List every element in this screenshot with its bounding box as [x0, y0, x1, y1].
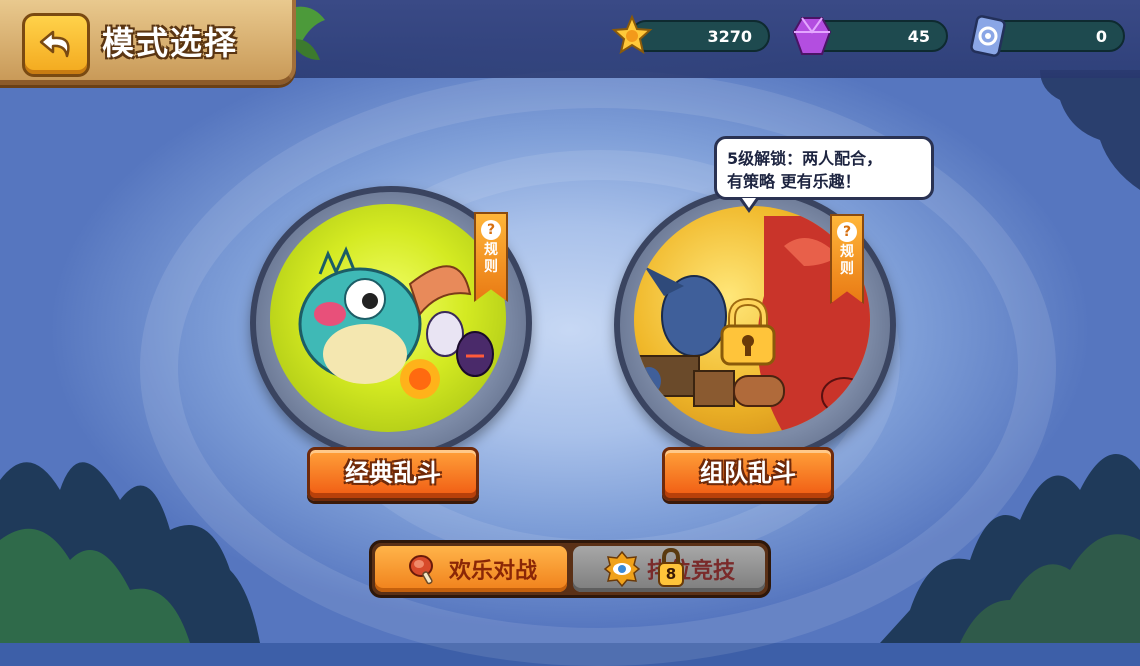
- rules-label: 规则: [484, 242, 498, 275]
- lock-level: 8: [665, 565, 677, 583]
- purple-gem-icon: [792, 17, 832, 55]
- lock-icon: [720, 298, 776, 366]
- dragon-illustration: [298, 246, 494, 399]
- foliage-top-right: [1040, 70, 1140, 190]
- swirl-card-icon: [970, 15, 1006, 57]
- rules-label: 规则: [840, 244, 854, 277]
- tooltip-line-2: 有策略 更有乐趣！: [727, 172, 861, 191]
- unlock-tooltip: 5级解锁：两人配合， 有策略 更有乐趣！: [714, 136, 934, 213]
- back-arrow-icon: [39, 30, 70, 58]
- gems-value: 45: [907, 26, 930, 46]
- cards-value: 0: [1095, 26, 1107, 46]
- question-icon: ?: [481, 220, 501, 240]
- meat-icon: [408, 555, 433, 585]
- coins-value: 3270: [707, 26, 752, 46]
- classic-mode-art[interactable]: [270, 204, 506, 432]
- tab-casual-label: 欢乐对战: [448, 559, 537, 584]
- foliage-left: [0, 462, 260, 643]
- question-icon: ?: [837, 222, 857, 242]
- back-button[interactable]: [22, 13, 90, 77]
- eye-badge-icon: [603, 550, 641, 588]
- star-coin-icon: [611, 14, 653, 55]
- page-title: 模式选择: [102, 24, 239, 62]
- tab-casual-battle[interactable]: 欢乐对战: [375, 546, 567, 592]
- classic-rules-ribbon[interactable]: ? 规则: [474, 212, 508, 302]
- tooltip-line-1: 5级解锁：两人配合，: [727, 149, 883, 168]
- classic-mode-button[interactable]: 经典乱斗: [307, 447, 479, 501]
- mode-tab-bar: 欢乐对战 排位竞技: [369, 540, 771, 598]
- foliage-right: [880, 454, 1140, 643]
- team-mode-button[interactable]: 组队乱斗: [662, 447, 834, 501]
- tab-lock-badge: 8: [656, 547, 686, 588]
- team-rules-ribbon[interactable]: ? 规则: [830, 214, 864, 304]
